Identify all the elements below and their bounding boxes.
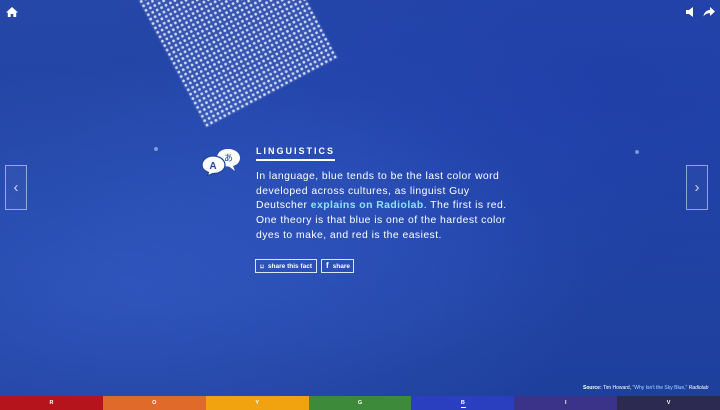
color-nav-blue[interactable]: B	[411, 396, 515, 410]
color-nav-indigo[interactable]: I	[514, 396, 618, 410]
source-author: Tim Howard,	[602, 385, 632, 391]
translate-speech-bubbles-icon: A あ	[201, 149, 240, 176]
facebook-icon: f	[326, 261, 329, 270]
share-label: share	[332, 262, 351, 270]
next-fact-button[interactable]: ›	[686, 165, 708, 210]
translate-icon-letter-kana: あ	[224, 153, 233, 164]
share-this-fact-button[interactable]: share this fact	[255, 259, 317, 273]
image-icon	[260, 264, 264, 268]
background-speck	[154, 147, 158, 151]
background-speck	[635, 150, 639, 154]
color-nav-letter: I	[564, 400, 567, 406]
fact-body-text: In language, blue tends to be the last c…	[256, 170, 524, 244]
translate-icon-letter-latin: A	[209, 161, 216, 172]
speaker-icon[interactable]	[684, 6, 698, 18]
color-nav-letter: V	[666, 400, 671, 406]
source-credit: Source: Tim Howard, "Why Isn't the Sky B…	[583, 385, 708, 391]
source-label: Source:	[583, 385, 602, 391]
previous-fact-button[interactable]: ‹	[5, 165, 27, 210]
color-nav-letter: G	[357, 400, 363, 406]
color-nav-letter: O	[152, 400, 157, 406]
facebook-share-button[interactable]: f share	[321, 259, 354, 273]
source-publication: Radiolab	[688, 385, 709, 391]
share-arrow-icon[interactable]	[702, 6, 716, 18]
color-nav-letter: R	[49, 400, 54, 406]
chevron-left-icon: ‹	[13, 179, 19, 196]
radiolab-link[interactable]: explains on Radiolab	[311, 200, 424, 211]
fact-category-label: LINGUISTICS	[256, 146, 336, 161]
color-nav-letter: Y	[255, 400, 259, 406]
color-nav-letter: B	[460, 400, 465, 406]
color-nav-red[interactable]: R	[0, 396, 103, 410]
source-title-link[interactable]: "Why Isn't the Sky Blue,"	[632, 385, 687, 391]
color-nav-violet[interactable]: V	[617, 396, 720, 410]
color-nav-green[interactable]: G	[308, 396, 412, 410]
share-this-fact-label: share this fact	[267, 262, 312, 270]
home-icon[interactable]	[5, 6, 19, 18]
color-nav-orange[interactable]: O	[102, 396, 206, 410]
chevron-right-icon: ›	[694, 179, 700, 196]
color-nav-yellow[interactable]: Y	[205, 396, 309, 410]
color-spectrum-nav: R O Y G B I V	[0, 396, 720, 410]
